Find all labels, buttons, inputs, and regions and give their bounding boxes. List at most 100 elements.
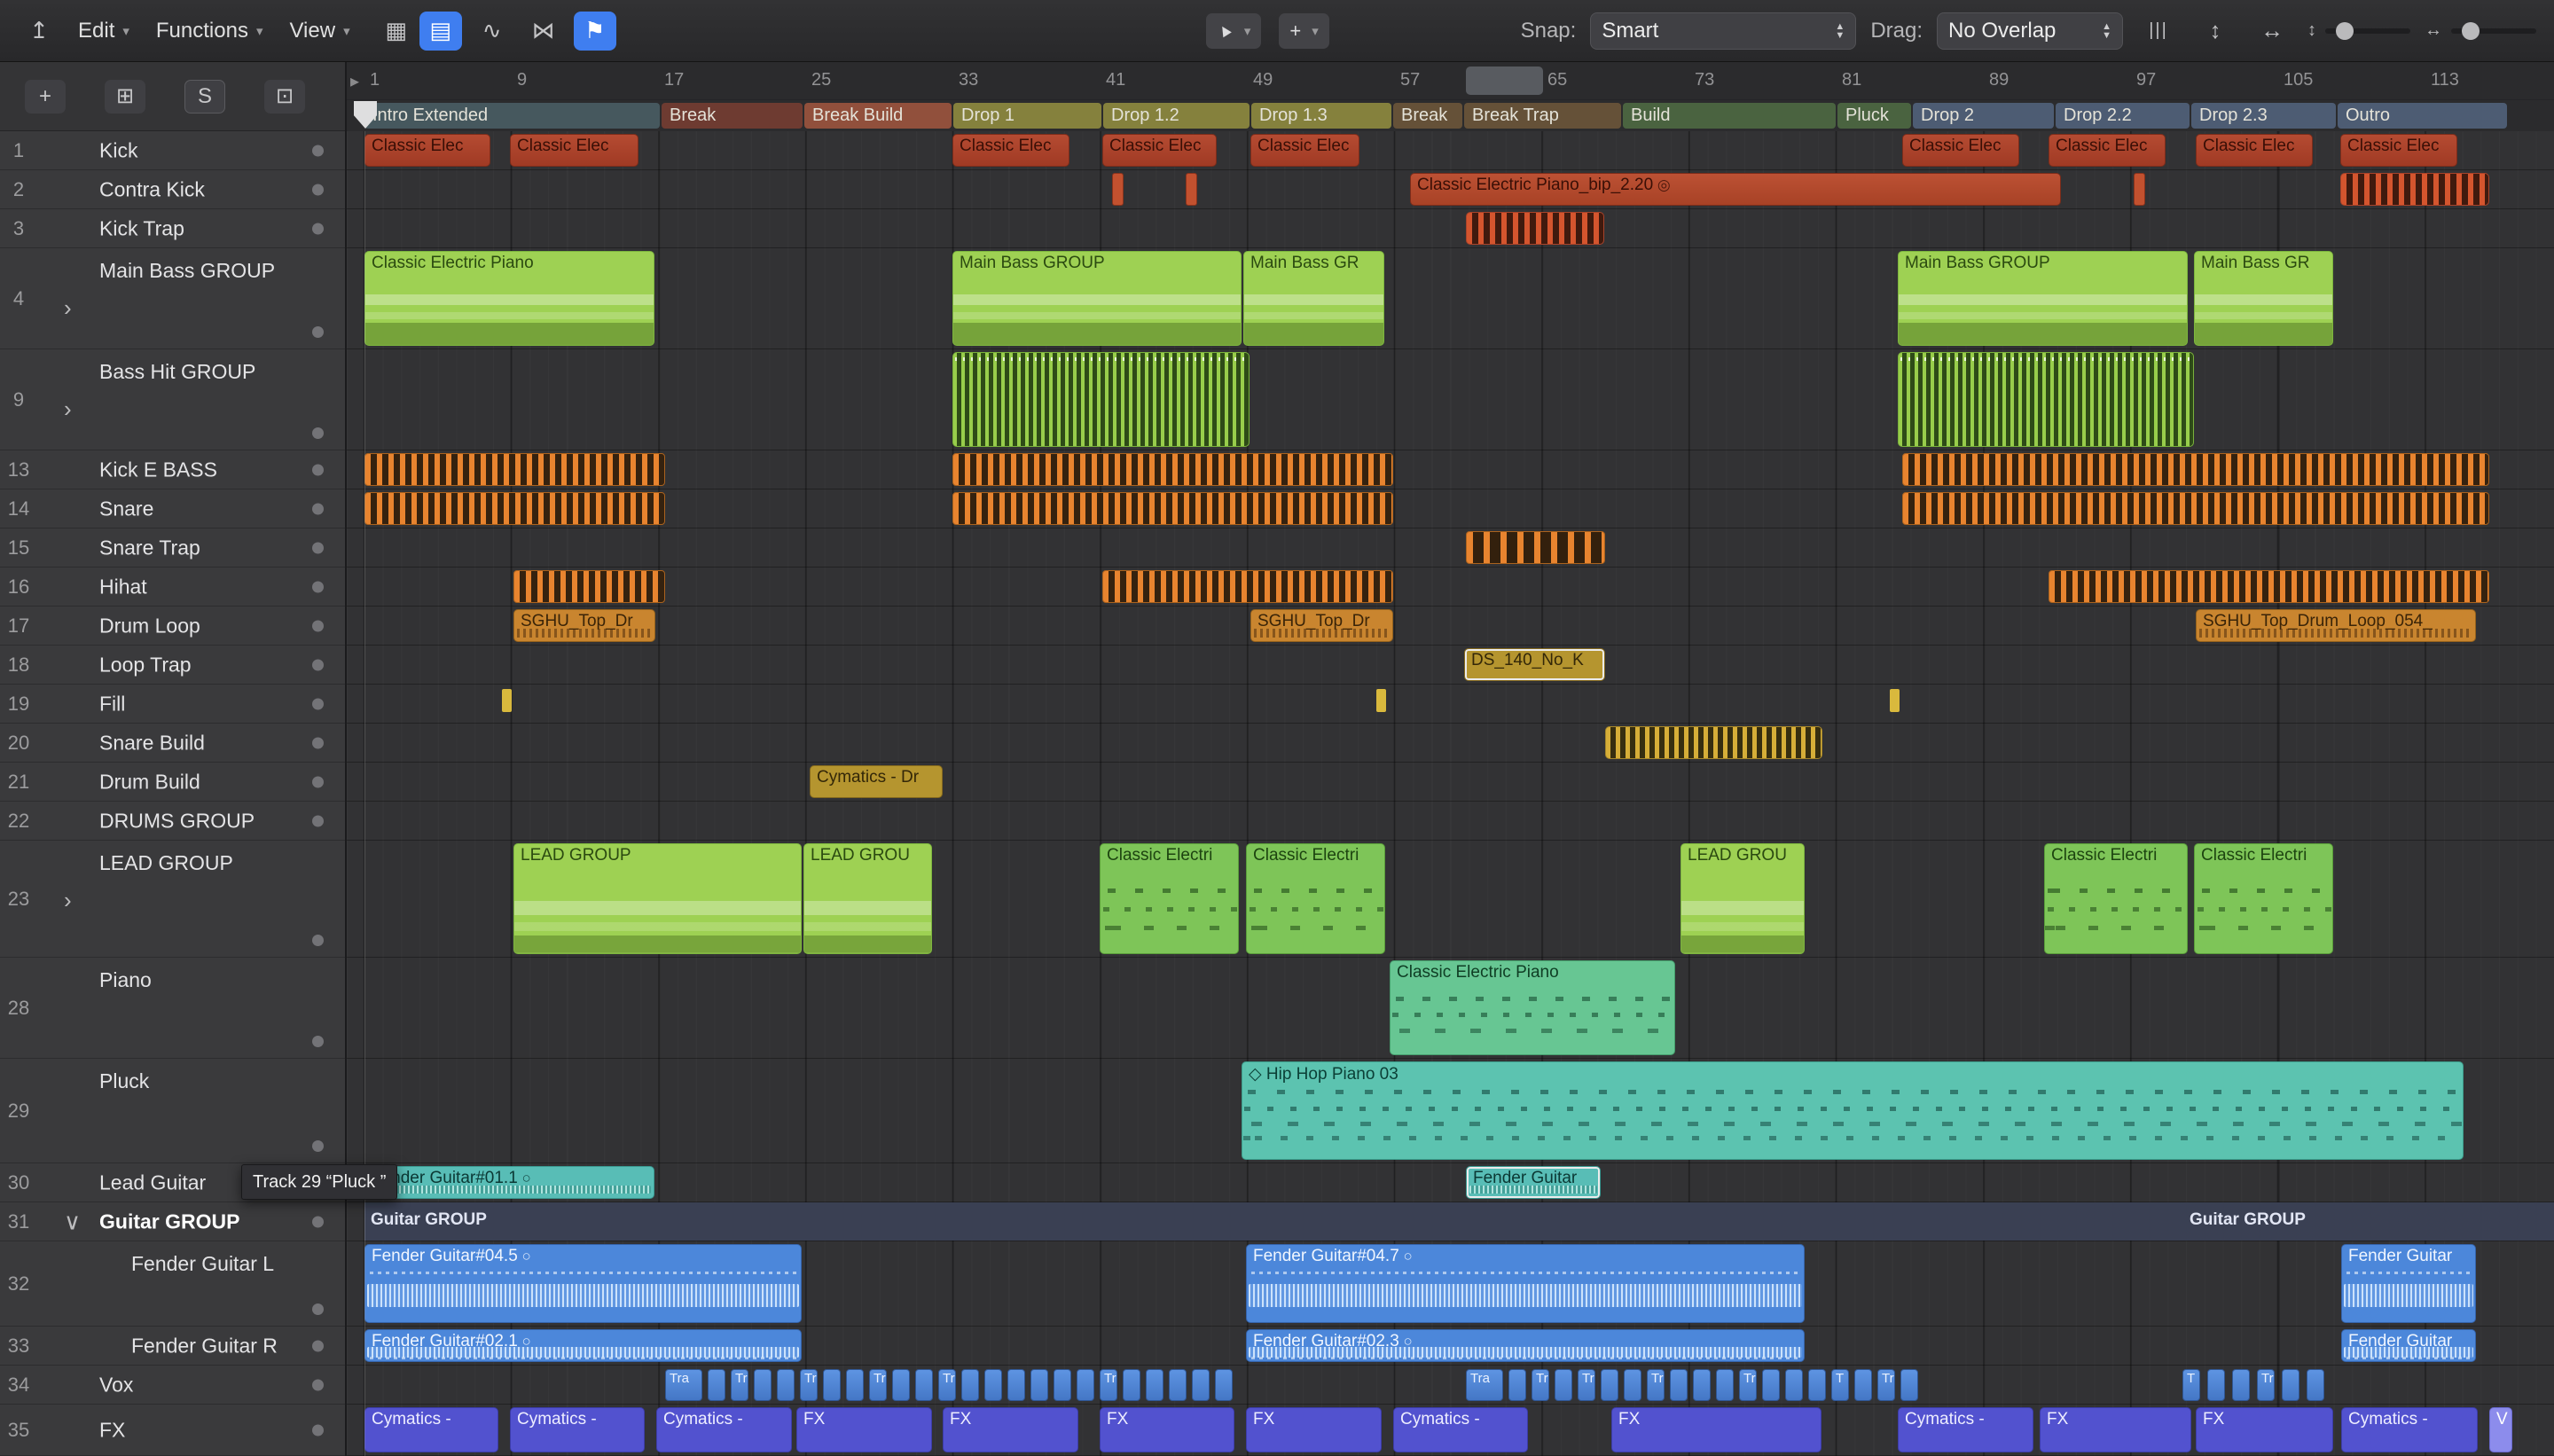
region-tr[interactable]: Tr — [2257, 1369, 2275, 1401]
waveform-zoom-button[interactable]: ||| — [2137, 12, 2180, 51]
track-header-lead-group[interactable]: 23 › LEAD GROUP — [0, 841, 345, 958]
region-lead-grou[interactable]: LEAD GROU — [803, 843, 932, 954]
region-fender-guitar-02-3[interactable]: Fender Guitar#02.3 ○ — [1246, 1329, 1805, 1362]
track-header-kick[interactable]: 1 Kick — [0, 131, 345, 170]
region-cell[interactable] — [961, 1369, 979, 1401]
region-t[interactable]: T — [2182, 1369, 2200, 1401]
region-classic-elec[interactable]: Classic Elec — [1250, 134, 1359, 167]
region-classic-elec[interactable]: Classic Elec — [364, 134, 490, 167]
region-cell[interactable] — [846, 1369, 864, 1401]
region-main-bass-group[interactable]: Main Bass GROUP — [952, 251, 1242, 346]
back-button[interactable]: ↥ — [18, 12, 60, 51]
region-cell[interactable] — [1030, 1369, 1048, 1401]
region-cell[interactable] — [1762, 1369, 1780, 1401]
disclosure-triangle[interactable]: › — [64, 294, 72, 322]
drag-select[interactable]: No Overlap ▲ ▼ — [1937, 12, 2123, 50]
region-classic-electri[interactable]: Classic Electri — [2194, 843, 2333, 954]
track-header-snare-build[interactable]: 20 Snare Build — [0, 724, 345, 763]
region-classic-elec[interactable]: Classic Elec — [2049, 134, 2166, 167]
region-cell[interactable] — [2232, 1369, 2250, 1401]
horizontal-auto-zoom-button[interactable]: ↔ — [2251, 12, 2293, 51]
region-fx[interactable]: FX — [1246, 1407, 1382, 1452]
region-classic-elec[interactable]: Classic Elec — [1902, 134, 2019, 167]
marquee-tool-button[interactable]: ⚑ — [573, 11, 616, 51]
region-fx[interactable]: FX — [943, 1407, 1078, 1452]
region-classic-electric-piano-bip-2-20[interactable]: Classic Electric Piano_bip_2.20 ◎ — [1410, 173, 2061, 206]
region-v[interactable]: V — [2489, 1407, 2512, 1452]
region-ds-140-no-k[interactable]: DS_140_No_K — [1464, 648, 1605, 681]
region-cell[interactable] — [708, 1369, 725, 1401]
region-cell[interactable] — [984, 1369, 1002, 1401]
region-cell[interactable] — [1555, 1369, 1572, 1401]
track-header-guitar-group[interactable]: 31 ∨ Guitar GROUP — [0, 1202, 345, 1241]
track-header-fender-guitar-l[interactable]: 32 Fender Guitar L — [0, 1241, 345, 1327]
region-cell[interactable] — [892, 1369, 910, 1401]
vertical-auto-zoom-button[interactable]: ↕ — [2194, 12, 2237, 51]
region-sghu-top-drum-loop-054[interactable]: SGHU_Top_Drum_Loop_054_ — [2196, 609, 2476, 642]
region-classic-elec[interactable]: Classic Elec — [952, 134, 1069, 167]
region-cell[interactable] — [1054, 1369, 1071, 1401]
region-cymatics-dr[interactable]: Cymatics - Dr — [810, 765, 943, 798]
arrangement-marker-break-trap[interactable]: Break Trap — [1464, 103, 1621, 129]
track-header-pluck[interactable]: 29 Pluck — [0, 1059, 345, 1163]
region-tra[interactable]: Tra — [665, 1369, 702, 1401]
region-classic-electri[interactable]: Classic Electri — [1246, 843, 1385, 954]
region-cell[interactable] — [1215, 1369, 1233, 1401]
region-lead-group[interactable]: LEAD GROUP — [513, 843, 802, 954]
region-cymatics[interactable]: Cymatics - — [1393, 1407, 1528, 1452]
secondary-tool-select[interactable]: + ▾ — [1279, 12, 1329, 49]
region-hip-hop-piano-03[interactable]: ◇ Hip Hop Piano 03 — [1242, 1061, 2464, 1160]
region-ostripe[interactable] — [952, 453, 1393, 486]
arrangement-marker-outro[interactable]: Outro — [2338, 103, 2507, 129]
region-tr[interactable]: Tr — [938, 1369, 956, 1401]
track-header-kick-e-bass[interactable]: 13 Kick E BASS — [0, 450, 345, 489]
arrangement-marker-drop-1[interactable]: Drop 1 — [953, 103, 1101, 129]
track-header-vox[interactable]: 34 Vox — [0, 1366, 345, 1405]
region-tr[interactable]: Tr — [1647, 1369, 1665, 1401]
region-main-bass-gr[interactable]: Main Bass GR — [1243, 251, 1384, 346]
disclosure-triangle[interactable]: ∨ — [64, 1208, 81, 1235]
solo-button[interactable]: S — [184, 79, 225, 114]
region-ostripe[interactable] — [952, 492, 1393, 525]
region-cell[interactable] — [1508, 1369, 1526, 1401]
disclosure-triangle[interactable]: › — [64, 887, 72, 914]
region-cell[interactable] — [1900, 1369, 1918, 1401]
region-classic-elec[interactable]: Classic Elec — [1102, 134, 1217, 167]
region-cell[interactable] — [1716, 1369, 1734, 1401]
region-cymatics[interactable]: Cymatics - — [2341, 1407, 2478, 1452]
region-gstripe[interactable] — [1898, 352, 2194, 447]
region-guitar-group[interactable]: Guitar GROUP — [2183, 1202, 2414, 1241]
region-tr[interactable]: Tr — [800, 1369, 818, 1401]
region-cell[interactable] — [1146, 1369, 1163, 1401]
vertical-zoom-slider[interactable]: ↕ — [2307, 20, 2410, 41]
snap-select[interactable]: Smart ▲ ▼ — [1590, 12, 1857, 50]
arrangement-marker-break[interactable]: Break — [662, 103, 803, 129]
region-redstripe[interactable] — [1466, 212, 1604, 245]
track-header-drum-loop[interactable]: 17 Drum Loop — [0, 607, 345, 646]
region-cell[interactable] — [2207, 1369, 2225, 1401]
region-cell[interactable] — [1077, 1369, 1094, 1401]
region-redbar[interactable] — [1186, 173, 1197, 206]
region-cell[interactable] — [1192, 1369, 1210, 1401]
region-fender-guitar-02-1[interactable]: Fender Guitar#02.1 ○ — [364, 1329, 802, 1362]
region-sghu-top-dr[interactable]: SGHU_Top_Dr — [513, 609, 655, 642]
region-fender-guitar[interactable]: Fender Guitar — [2341, 1244, 2476, 1323]
region-classic-elec[interactable]: Classic Elec — [510, 134, 638, 167]
region-redbar[interactable] — [2134, 173, 2145, 206]
region-main-bass-gr[interactable]: Main Bass GR — [2194, 251, 2333, 346]
region-tr[interactable]: Tr — [1532, 1369, 1549, 1401]
bar-ruler[interactable]: ▸ 1 9 17 25 33 41 49 57 65 73 81 89 97 105 113 — [347, 62, 2554, 100]
region-cell[interactable] — [1854, 1369, 1872, 1401]
region-classic-electric-piano[interactable]: Classic Electric Piano — [364, 251, 654, 346]
track-header-fill[interactable]: 19 Fill — [0, 685, 345, 724]
region-cell[interactable] — [1785, 1369, 1803, 1401]
region-tra[interactable]: Tra — [1466, 1369, 1503, 1401]
region-ystripe[interactable] — [1605, 726, 1822, 759]
region-cell[interactable] — [754, 1369, 772, 1401]
arrangement-marker-break-build[interactable]: Break Build — [804, 103, 952, 129]
region-cell[interactable] — [1601, 1369, 1618, 1401]
region-cell[interactable] — [1007, 1369, 1025, 1401]
region-cymatics[interactable]: Cymatics - — [1898, 1407, 2033, 1452]
region-cell[interactable] — [2307, 1369, 2324, 1401]
region-fender-guitar-01-1[interactable]: Fender Guitar#01.1 ○ — [364, 1166, 654, 1199]
